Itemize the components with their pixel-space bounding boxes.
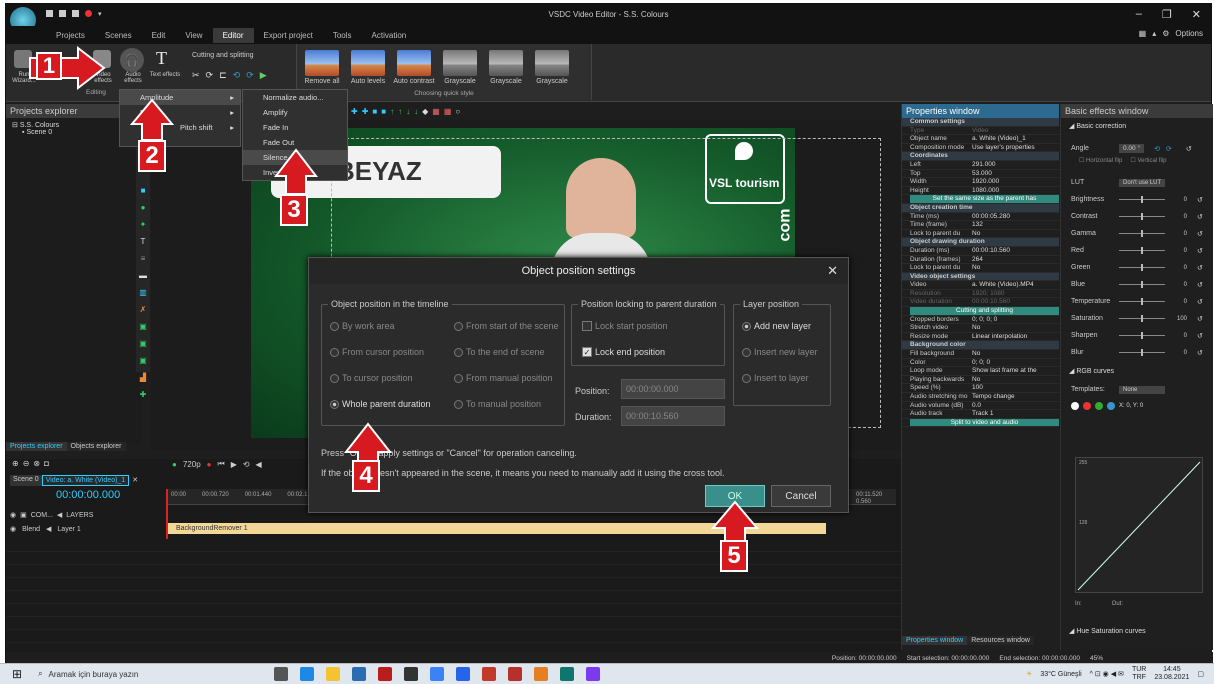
weather-text[interactable]: 33°C Güneşli (1040, 671, 1081, 678)
language-layout: TRF (1132, 674, 1146, 681)
powerpoint-icon[interactable] (482, 667, 497, 681)
file-explorer-icon[interactable] (326, 667, 341, 681)
tutorial-overlay (29, 45, 760, 543)
edge-icon[interactable] (300, 667, 315, 681)
clock-date: 23.08.2021 (1154, 674, 1190, 681)
arrow-2-icon (129, 98, 175, 141)
step-badge-4: 4 (352, 460, 380, 492)
clock[interactable]: 14:45 23.08.2021 (1154, 666, 1189, 682)
task-view-icon[interactable] (274, 667, 289, 681)
step-badge-5: 5 (720, 540, 748, 572)
step-badge-2: 2 (138, 140, 166, 172)
app-red-icon[interactable] (378, 667, 393, 681)
windows-taskbar: ⊞ ⌕ Aramak için buraya yazın ☀ 33°C Güne… (0, 663, 1214, 684)
arrow-3-icon (273, 148, 319, 195)
vsdc-taskbar-icon[interactable] (560, 667, 575, 681)
mail-icon[interactable] (352, 667, 367, 681)
windows-start-icon[interactable]: ⊞ (12, 667, 22, 681)
pdf-icon[interactable] (508, 667, 523, 681)
language-code: TUR (1131, 666, 1147, 673)
step-badge-3: 3 (280, 194, 308, 226)
notification-icon[interactable]: ▢ (1197, 670, 1204, 678)
weather-icon[interactable]: ☀ (1026, 670, 1032, 678)
word-icon[interactable] (456, 667, 471, 681)
taskbar-search-placeholder: Aramak için buraya yazın (48, 669, 139, 679)
taskbar-search[interactable]: ⌕ Aramak için buraya yazın (38, 669, 238, 679)
step-badge-1: 1 (36, 52, 62, 80)
tray-icons[interactable]: ^ ⊡ ◉ ◀ ✉ (1090, 670, 1124, 678)
clock-time: 14:45 (1163, 666, 1181, 673)
search-icon: ⌕ (38, 669, 43, 678)
arrow-5-icon (710, 500, 760, 543)
media-icon[interactable] (534, 667, 549, 681)
firefox-icon[interactable] (586, 667, 601, 681)
xbox-icon[interactable] (404, 667, 419, 681)
calculator-icon[interactable] (430, 667, 445, 681)
language-indicator[interactable]: TUR TRF (1132, 666, 1146, 682)
